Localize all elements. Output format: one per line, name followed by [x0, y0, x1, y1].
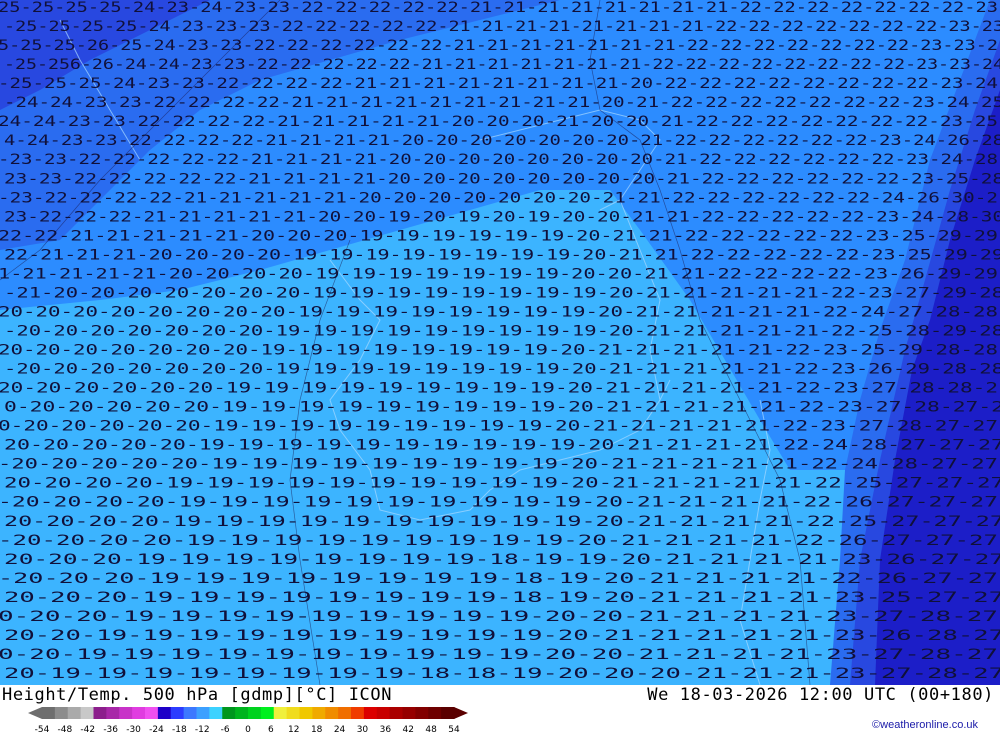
- color-scale-label: 0: [245, 725, 251, 733]
- contour-label-row: 20-20-20-20-20-19-19-19-19-19-19-19-19-1…: [4, 438, 1000, 454]
- contour-label-row: 0-20-20-20-20-20-19-19-19-19-19-19-19-19…: [4, 400, 1000, 416]
- color-scale-cell: [106, 707, 120, 719]
- contour-label-row: -20-20-20-20-20-20-20-19-19-19-19-19-19-…: [4, 362, 1000, 378]
- color-scale-cell: [42, 707, 56, 719]
- color-scale-label: 36: [380, 725, 392, 733]
- color-scale-cell: [54, 707, 69, 719]
- map-canvas: 25-25-25-25-24-23-24-23-23-22-22-22-22-2…: [0, 0, 1000, 685]
- contour-label-row: 0-20-20-19-19-19-19-19-19-19-19-19-20-20…: [0, 609, 998, 625]
- contour-label-row: 0-20-19-19-19-19-19-19-19-19-19-19-20-20…: [0, 647, 998, 663]
- color-scale-cell: [183, 707, 197, 719]
- color-scale-max-arrow: [454, 707, 468, 719]
- color-scale-cell: [157, 707, 172, 719]
- color-scale-cell: [428, 707, 442, 719]
- color-scale-label: -54: [35, 725, 50, 733]
- color-scale-cell: [286, 707, 300, 719]
- color-scale-cell: [441, 707, 455, 719]
- contour-label-row: 23-23-22-22-22-22-22-21-21-21-21-20-20-2…: [4, 171, 1000, 187]
- color-scale-label: -36: [103, 725, 118, 733]
- contour-label-row: 20-20-20-20-20-20-20-20-19-19-19-19-19-1…: [0, 304, 998, 320]
- color-scale-cell: [145, 707, 159, 719]
- contour-label-row: 25-25-25-25-24-23-24-23-23-22-22-22-22-2…: [0, 0, 998, 16]
- color-scale-cell: [260, 707, 275, 719]
- color-scale-cell: [132, 707, 146, 719]
- contour-label-row: 20-20-20-19-19-19-19-19-19-19-19-18-19-2…: [4, 590, 1000, 606]
- color-scale-cell: [299, 707, 313, 719]
- contour-label-row: 5-25-25-26-25-24-23-23-22-22-22-22-22-22…: [0, 38, 998, 54]
- color-scale-cell: [93, 707, 107, 719]
- color-scale-legend: -54 -48 -42 -36 -30 -24 -18 -12 -6 0 6 12 18 24 30 36 42…: [28, 707, 468, 733]
- color-scale-cell: [273, 707, 288, 719]
- color-scale-cells: [28, 707, 468, 719]
- contour-label-row: -20-20-20-20-20-19-19-19-19-19-19-19-19-…: [0, 457, 998, 473]
- color-scale-label: -18: [172, 725, 187, 733]
- contour-label-row: -25-256-26-24-24-23-23-22-22-22-22-22-21…: [4, 57, 1000, 73]
- map-parameter-title: Height/Temp. 500 hPa [gdmp][°C] ICON: [2, 685, 393, 705]
- color-scale-cell: [338, 707, 352, 719]
- color-scale-label: 24: [334, 725, 346, 733]
- color-scale-cell: [363, 707, 378, 719]
- color-scale-cell: [376, 707, 391, 719]
- contour-label-row: -20-20-20-20-19-19-19-19-19-19-19-19-19-…: [0, 495, 998, 511]
- color-scale-cell: [119, 707, 133, 719]
- color-scale-min-arrow: [28, 707, 42, 719]
- contour-label-row: -20-20-20-20-19-19-19-19-19-19-19-19-19-…: [0, 533, 998, 549]
- color-scale-label: 54: [448, 725, 460, 733]
- contour-label-row: 22-22-21-21-21-21-21-20-20-20-19-19-19-1…: [0, 228, 998, 244]
- contour-label-row: -21-20-20-20-20-20-20-20-19-19-19-19-19-…: [4, 285, 1000, 301]
- contour-label-row: 20-20-20-20-19-19-19-19-19-19-19-19-19-1…: [4, 514, 1000, 530]
- color-scale-label: -30: [126, 725, 141, 733]
- contour-label-row: -23-22-22-22-22-21-21-21-21-21-20-20-20-…: [0, 190, 998, 206]
- color-scale-cell: [196, 707, 210, 719]
- color-scale-cell: [235, 707, 249, 719]
- contour-label-row: -23-23-22-22-22-22-22-21-21-21-21-20-20-…: [0, 152, 998, 168]
- color-scale-label: 18: [311, 725, 323, 733]
- contour-label-row: 0-20-20-20-20-20-19-19-19-19-19-19-19-19…: [0, 419, 998, 435]
- contour-label-row: 1-21-21-21-21-20-20-20-20-19-19-19-19-19…: [0, 266, 998, 282]
- color-scale-cell: [325, 707, 339, 719]
- contour-label-row: 20-20-19-19-19-19-19-19-19-19-19-19-20-2…: [4, 628, 1000, 644]
- color-scale-cell: [170, 707, 185, 719]
- contour-label-row: 23-22-22-22-21-21-21-21-21-20-20-19-20-1…: [4, 209, 1000, 225]
- contour-label-row: 20-19-19-19-19-19-19-19-19-18-18-19-20-2…: [4, 666, 1000, 682]
- contour-label-row: -20-20-20-19-19-19-19-19-19-19-19-18-19-…: [0, 571, 998, 587]
- color-scale-label: 42: [402, 725, 413, 733]
- color-scale-cell: [415, 707, 429, 719]
- contour-label-row: -24-24-23-23-22-22-22-22-21-21-21-21-21-…: [4, 95, 1000, 111]
- color-scale-label: 12: [288, 725, 299, 733]
- contour-label-row: 24-24-23-23-22-22-22-22-21-21-21-21-21-2…: [0, 114, 998, 130]
- color-scale-label: 6: [268, 725, 274, 733]
- color-scale-cell: [389, 707, 403, 719]
- color-scale-cell: [222, 707, 236, 719]
- map-valid-time: We 18-03-2026 12:00 UTC (00+180): [647, 685, 994, 705]
- contour-label-row: 20-20-20-20-20-20-20-19-19-19-19-19-19-1…: [0, 343, 998, 359]
- contour-label-row: -25-25-25-24-23-23-22-22-22-22-21-21-21-…: [0, 76, 998, 92]
- color-scale-label: -42: [80, 725, 95, 733]
- contour-label-row: 4-24-23-23-22-22-22-22-21-21-21-21-20-20…: [4, 133, 1000, 149]
- contour-label-row: -20-20-20-20-20-20-20-19-19-19-19-19-19-…: [4, 323, 1000, 339]
- color-scale-label: 48: [425, 725, 437, 733]
- color-scale-label: -6: [221, 725, 230, 733]
- color-scale-cell: [80, 707, 94, 719]
- color-scale-label: -24: [149, 725, 164, 733]
- color-scale-label: -12: [195, 725, 210, 733]
- contour-label-row: 20-20-20-20-20-20-19-19-19-19-19-19-19-1…: [0, 381, 998, 397]
- color-scale-cell: [312, 707, 326, 719]
- color-scale-labels: -54 -48 -42 -36 -30 -24 -18 -12 -6 0 6 12 18 24 30 36 42…: [35, 725, 460, 733]
- color-scale-cell: [67, 707, 82, 719]
- temperature-map: 25-25-25-25-24-23-24-23-23-22-22-22-22-2…: [0, 0, 1000, 685]
- color-scale-cell: [248, 707, 262, 719]
- color-scale-cell: [402, 707, 416, 719]
- contour-label-row: 22-21-21-21-20-20-20-20-19-19-19-19-19-1…: [4, 247, 1000, 263]
- color-scale-label: 30: [357, 725, 369, 733]
- color-scale-label: -48: [58, 725, 73, 733]
- contour-label-row: 20-20-20-20-19-19-19-19-19-19-19-19-19-1…: [4, 476, 1000, 492]
- color-scale-cell: [209, 707, 223, 719]
- color-scale-cell: [351, 707, 365, 719]
- contour-label-row: -25-25-25-25-24-23-23-23-22-22-22-22-22-…: [4, 19, 1000, 35]
- contour-label-row: 20-20-20-19-19-19-19-19-19-19-19-18-19-1…: [4, 552, 1000, 568]
- source-credit: ©weatheronline.co.uk: [872, 719, 978, 731]
